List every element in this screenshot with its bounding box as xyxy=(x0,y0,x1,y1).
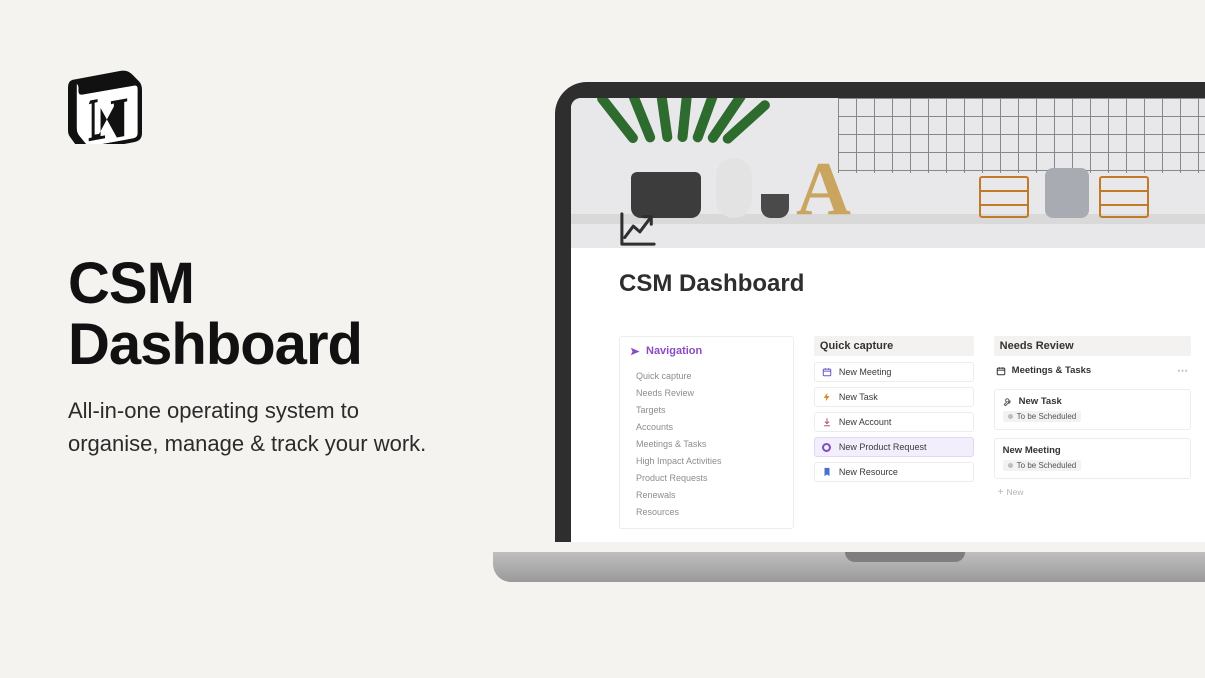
laptop-mock: A CSM Dashboard xyxy=(555,82,1205,582)
bookmark-icon xyxy=(822,467,832,477)
quick-capture-new-account[interactable]: New Account xyxy=(814,412,974,432)
review-card-title: New Task xyxy=(1019,396,1062,407)
review-card-title: New Meeting xyxy=(1003,445,1061,456)
needs-review-view[interactable]: Meetings & Tasks ⋯ xyxy=(994,362,1191,385)
page-icon-chart xyxy=(619,211,657,248)
nav-item[interactable]: Quick capture xyxy=(630,367,783,384)
navigation-heading-label: Navigation xyxy=(646,345,702,357)
navigation-panel: Navigation Quick capture Needs Review Ta… xyxy=(619,336,794,529)
nav-item[interactable]: Accounts xyxy=(630,418,783,435)
page-cover: A xyxy=(571,98,1205,248)
qc-item-label: New Account xyxy=(839,417,892,427)
review-card[interactable]: New Task To be Scheduled xyxy=(994,389,1191,430)
nav-item[interactable]: Resources xyxy=(630,503,783,520)
calendar-icon xyxy=(822,367,832,377)
marketing-panel: CSM Dashboard All-in-one operating syste… xyxy=(68,66,498,460)
quick-capture-new-meeting[interactable]: New Meeting xyxy=(814,362,974,382)
quick-capture-new-resource[interactable]: New Resource xyxy=(814,462,974,482)
nav-item[interactable]: Targets xyxy=(630,401,783,418)
qc-item-label: New Resource xyxy=(839,467,898,477)
circle-icon xyxy=(822,442,832,452)
add-new-button[interactable]: +New xyxy=(994,487,1191,498)
nav-item[interactable]: Needs Review xyxy=(630,384,783,401)
subheadline: All-in-one operating system to organise,… xyxy=(68,394,438,460)
plus-icon: + xyxy=(998,487,1004,498)
send-icon xyxy=(630,346,640,356)
needs-review-view-label: Meetings & Tasks xyxy=(1012,365,1092,376)
nav-item[interactable]: High Impact Activities xyxy=(630,452,783,469)
bolt-icon xyxy=(822,392,832,402)
more-icon[interactable]: ⋯ xyxy=(1177,364,1189,377)
navigation-heading: Navigation xyxy=(620,343,793,361)
navigation-list: Quick capture Needs Review Targets Accou… xyxy=(620,367,793,520)
notion-logo xyxy=(68,66,142,144)
quick-capture-panel: Quick capture New Meeting New Task xyxy=(814,336,974,487)
quick-capture-heading: Quick capture xyxy=(814,336,974,356)
nav-item[interactable]: Product Requests xyxy=(630,469,783,486)
download-icon xyxy=(822,417,832,427)
qc-item-label: New Task xyxy=(839,392,878,402)
needs-review-heading: Needs Review xyxy=(994,336,1191,356)
page-title: CSM Dashboard xyxy=(619,270,1191,298)
quick-capture-new-product-request[interactable]: New Product Request xyxy=(814,437,974,457)
status-pill: To be Scheduled xyxy=(1003,411,1082,422)
wrench-icon xyxy=(1003,397,1013,407)
qc-item-label: New Product Request xyxy=(839,442,927,452)
needs-review-panel: Needs Review Meetings & Tasks ⋯ xyxy=(994,336,1191,498)
status-pill: To be Scheduled xyxy=(1003,460,1082,471)
quick-capture-new-task[interactable]: New Task xyxy=(814,387,974,407)
app-screen: A CSM Dashboard xyxy=(571,98,1205,542)
calendar-icon xyxy=(996,366,1006,376)
nav-item[interactable]: Meetings & Tasks xyxy=(630,435,783,452)
headline: CSM Dashboard xyxy=(68,254,498,376)
review-card[interactable]: New Meeting To be Scheduled xyxy=(994,438,1191,479)
decor-letter-a: A xyxy=(796,161,851,218)
laptop-base xyxy=(493,552,1205,582)
nav-item[interactable]: Renewals xyxy=(630,486,783,503)
qc-item-label: New Meeting xyxy=(839,367,892,377)
